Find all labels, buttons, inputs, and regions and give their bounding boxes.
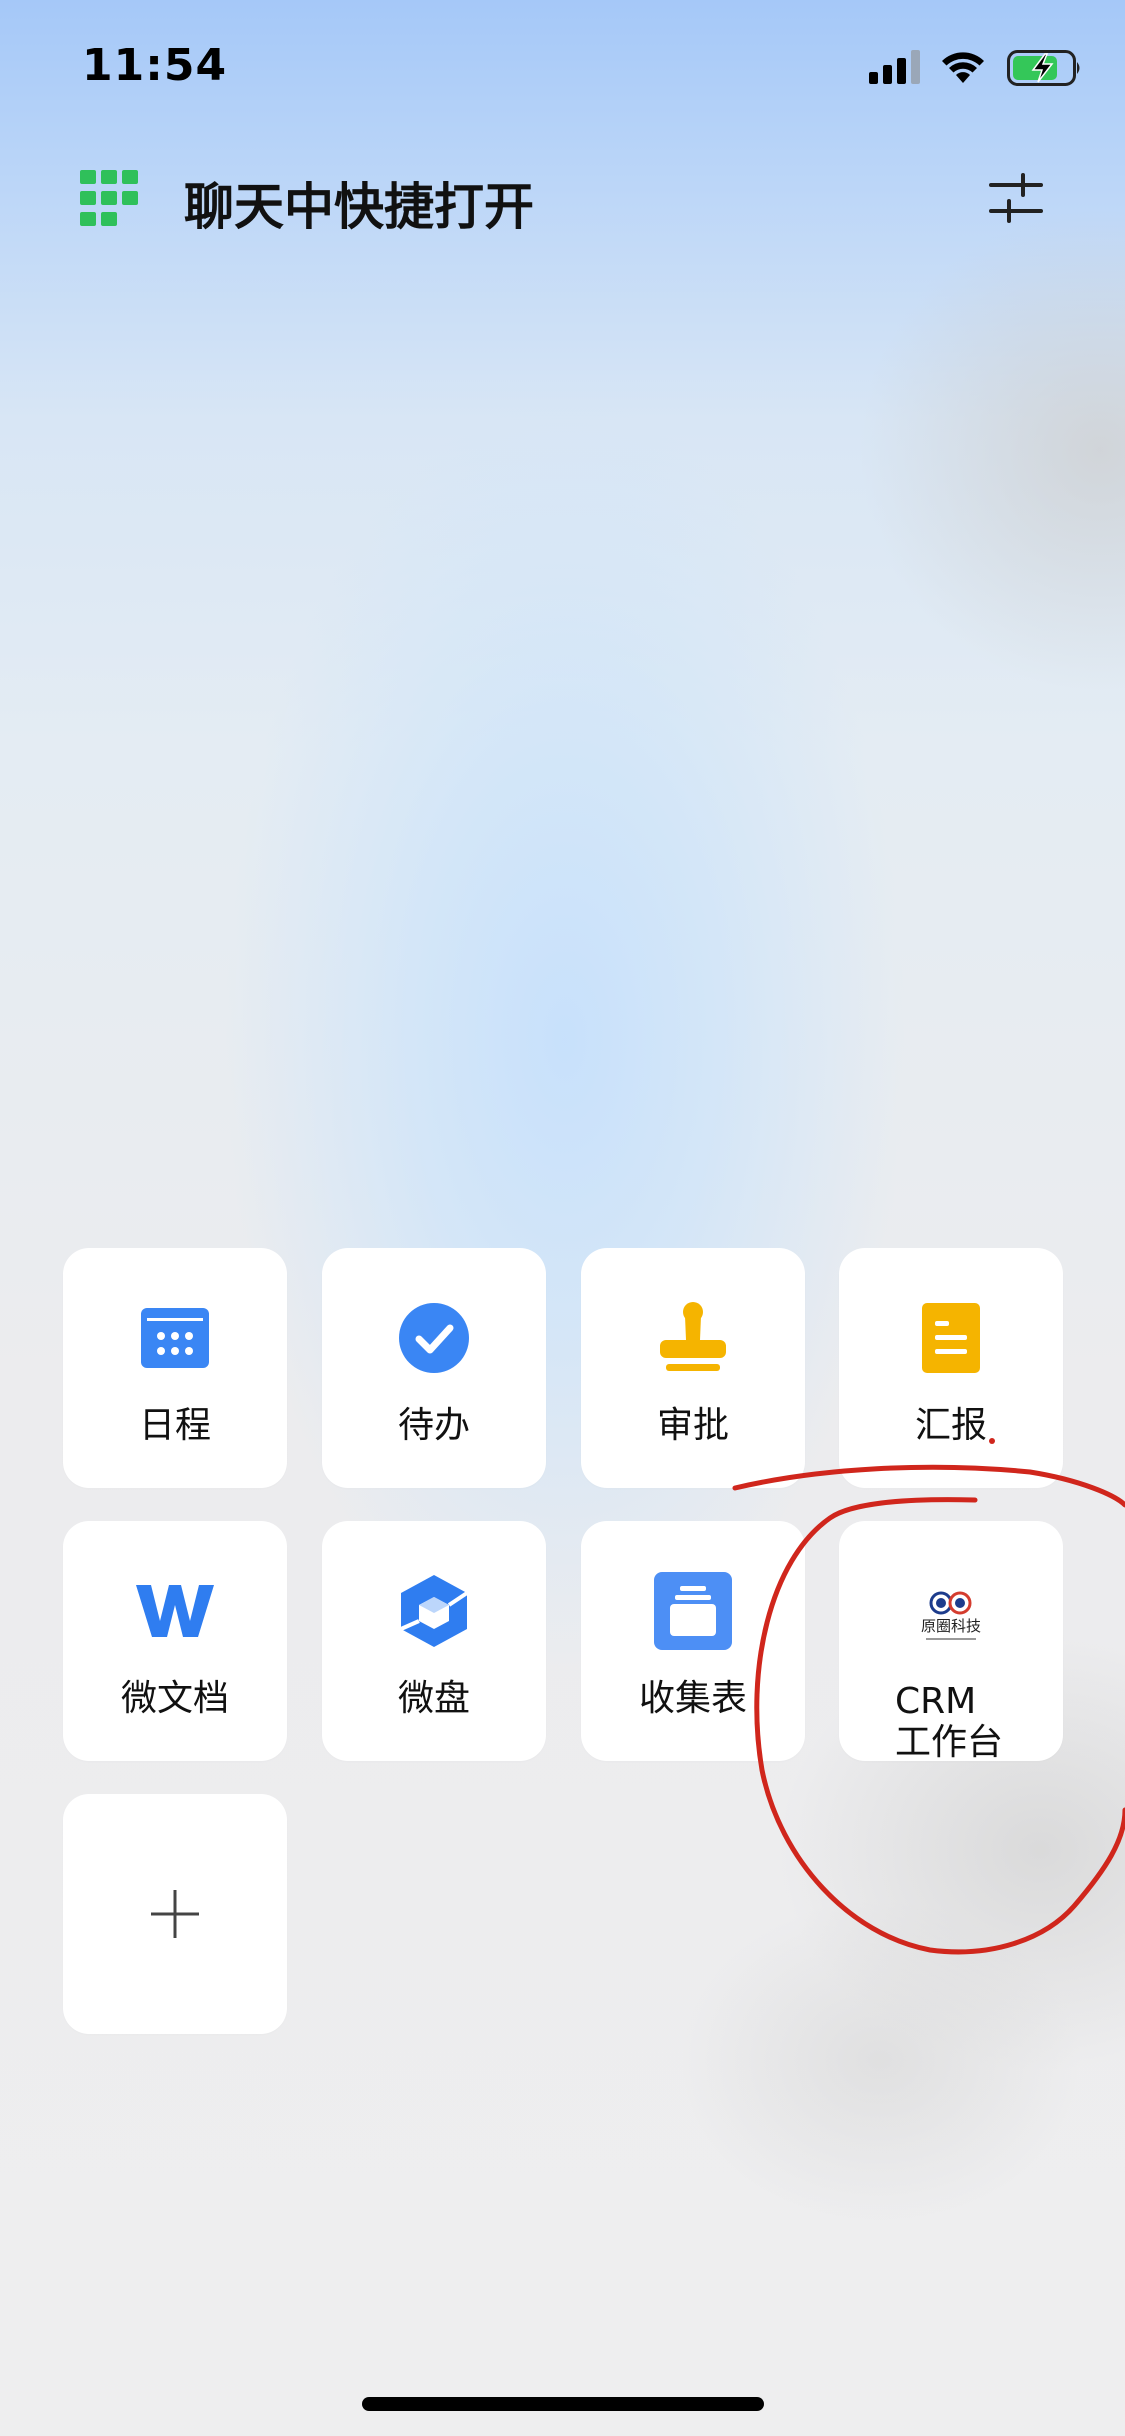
tile-todo[interactable]: 待办 xyxy=(322,1248,546,1488)
cellular-signal-icon xyxy=(869,50,920,84)
tile-schedule[interactable]: 日程 xyxy=(63,1248,287,1488)
home-indicator[interactable] xyxy=(362,2397,764,2411)
crm-label-line2: 工作台 xyxy=(895,1722,1004,1764)
tile-report[interactable]: 汇报 xyxy=(839,1248,1063,1488)
settings-sliders-icon[interactable] xyxy=(989,173,1043,223)
form-icon xyxy=(654,1572,732,1650)
logo-text: 原圈科技 xyxy=(921,1617,981,1635)
calendar-icon xyxy=(141,1308,209,1368)
company-logo-icon: 原圈科技 xyxy=(921,1591,981,1640)
tile-weipan[interactable]: 微盘 xyxy=(322,1521,546,1761)
w-doc-icon xyxy=(136,1585,214,1637)
tile-label: CRM 工作台 xyxy=(895,1681,1003,1764)
tile-label: 汇报 xyxy=(914,1405,987,1446)
tile-label: 微文档 xyxy=(120,1678,229,1719)
page-title: 聊天中快捷打开 xyxy=(184,178,534,236)
stamp-icon xyxy=(660,1302,726,1371)
tile-label: 收集表 xyxy=(638,1678,747,1719)
tile-label: 日程 xyxy=(138,1405,211,1446)
tile-approval[interactable]: 审批 xyxy=(581,1248,805,1488)
background xyxy=(0,0,1125,2436)
tile-form[interactable]: 收集表 xyxy=(581,1521,805,1761)
status-time: 11:54 xyxy=(82,40,228,91)
tile-label: 审批 xyxy=(656,1405,729,1446)
tile-crm-workbench[interactable]: 原圈科技 CRM 工作台 xyxy=(839,1521,1063,1764)
tile-weidoc[interactable]: 微文档 xyxy=(63,1521,287,1761)
plus-icon xyxy=(151,1890,199,1938)
apps-grid-icon xyxy=(80,170,138,226)
battery-charging-icon xyxy=(1007,50,1080,86)
tile-label: 待办 xyxy=(397,1405,470,1446)
cube-icon xyxy=(401,1575,467,1647)
tile-label: 微盘 xyxy=(397,1678,470,1719)
wifi-icon xyxy=(942,52,984,83)
header: 聊天中快捷打开 xyxy=(0,155,1125,245)
report-icon xyxy=(922,1303,980,1373)
crm-label-line1: CRM xyxy=(895,1681,977,1722)
checkmark-icon xyxy=(399,1303,469,1373)
add-shortcut-button[interactable] xyxy=(63,1794,287,2034)
status-bar: 11:54 xyxy=(0,0,1125,130)
